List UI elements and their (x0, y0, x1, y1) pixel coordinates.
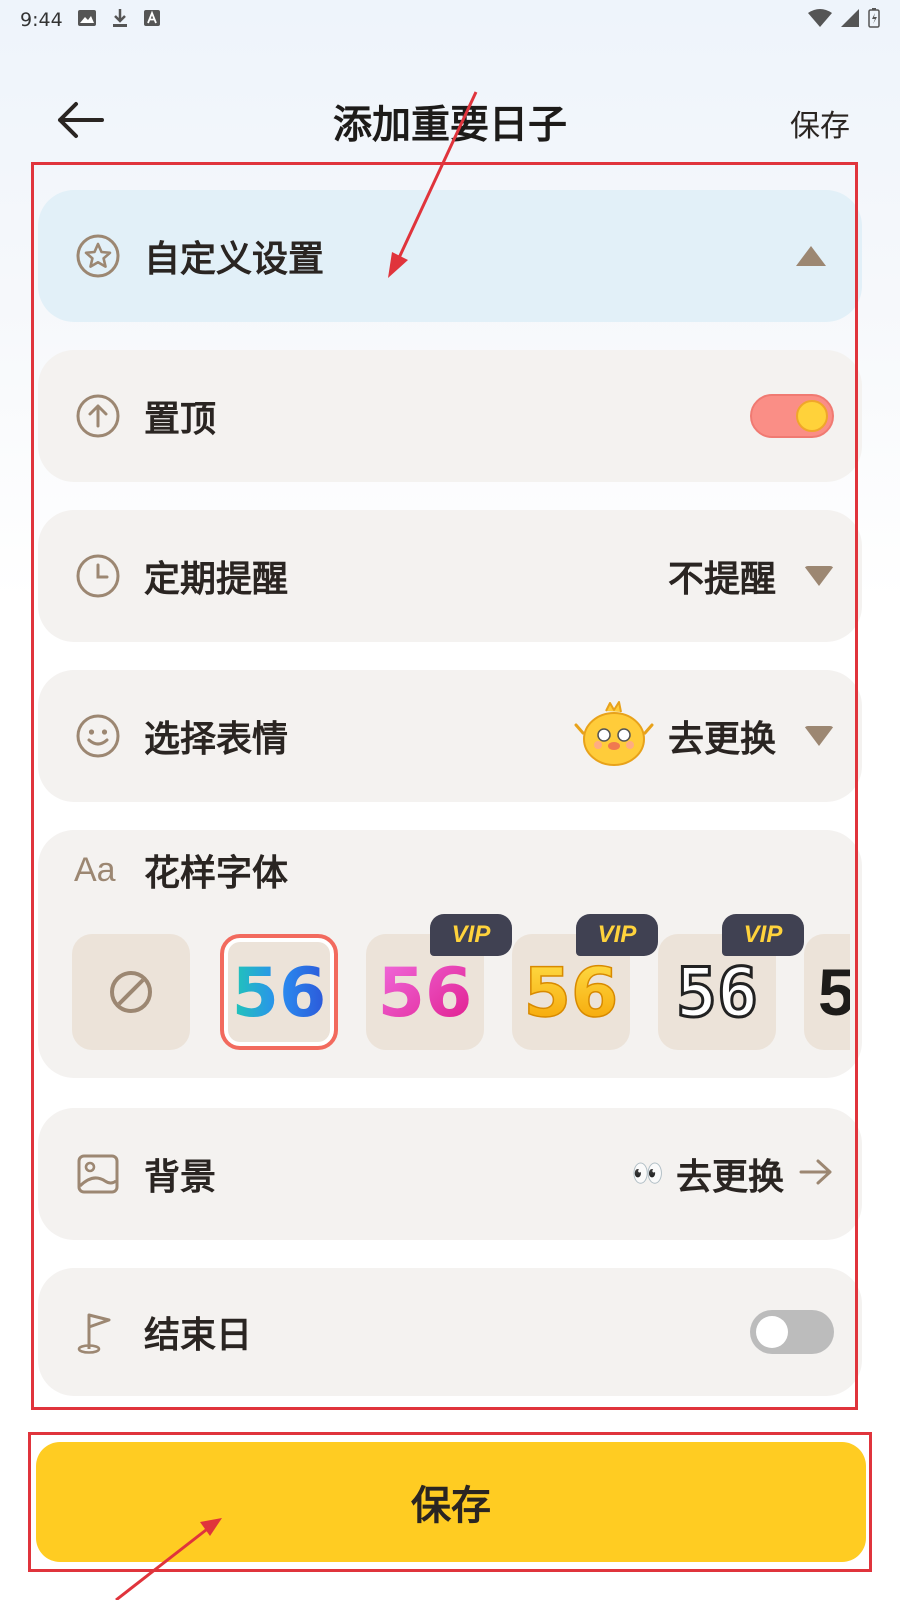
arrow-up-circle-icon (74, 392, 122, 440)
emoji-change-value: 去更换 (667, 719, 776, 760)
save-button[interactable]: 保存 (36, 1442, 866, 1562)
dropdown-arrow-icon (804, 566, 834, 586)
font-sample-text: 56 (378, 954, 473, 1032)
end-day-label: 结束日 (144, 1315, 253, 1356)
wifi-icon (808, 8, 832, 33)
custom-settings-label: 自定义设置 (144, 239, 325, 280)
page-title: 添加重要日子 (332, 103, 567, 148)
end-day-toggle[interactable] (750, 1310, 834, 1354)
clock-icon (74, 552, 122, 600)
font-sample-text: 56 (232, 954, 327, 1032)
status-time: 9:44 (20, 9, 63, 31)
status-bar: 9:44 (0, 0, 900, 40)
top-save-button[interactable]: 保存 (790, 101, 850, 145)
top-bar: 添加重要日子 保存 (0, 80, 900, 160)
font-tile-black[interactable]: 5 (804, 934, 850, 1050)
font-sample-text: 5 (818, 955, 850, 1029)
font-sample-text: 56 (524, 954, 619, 1032)
vip-badge: VIP (430, 914, 512, 956)
toggle-knob (756, 1316, 788, 1348)
image-notification-icon (77, 9, 97, 32)
custom-settings-card[interactable]: 自定义设置 (38, 190, 862, 322)
star-icon (74, 232, 122, 280)
fancy-font-card: Aa 花样字体 56 56 56 56 5 VIP VIP VIP (38, 830, 862, 1078)
arrow-right-icon (798, 1157, 834, 1191)
end-day-card: 结束日 (38, 1268, 862, 1396)
font-sample-outline: 56 (675, 953, 760, 1033)
toggle-knob (796, 400, 828, 432)
background-label: 背景 (144, 1157, 217, 1198)
reminder-value: 不提醒 (667, 559, 776, 600)
font-tile-none[interactable] (72, 934, 190, 1050)
image-icon (74, 1150, 122, 1198)
no-style-icon (110, 971, 152, 1013)
battery-icon (868, 7, 880, 33)
vip-badge: VIP (576, 914, 658, 956)
dropdown-arrow-icon (804, 726, 834, 746)
font-sample-text: 56 (676, 954, 758, 1032)
emoji-card[interactable]: 选择表情 去更换 (38, 670, 862, 802)
pin-toggle[interactable] (750, 394, 834, 438)
pin-label: 置顶 (144, 399, 217, 440)
flag-icon (74, 1308, 122, 1356)
font-notification-icon (143, 9, 161, 32)
chick-emoji-icon (574, 699, 654, 773)
font-tile-gradient-blue[interactable]: 56 (220, 934, 338, 1050)
reminder-card[interactable]: 定期提醒 不提醒 (38, 510, 862, 642)
pin-card: 置顶 (38, 350, 862, 482)
collapse-arrow-icon[interactable] (796, 246, 826, 266)
vip-badge: VIP (722, 914, 804, 956)
fancy-font-label: 花样字体 (144, 853, 289, 894)
reminder-label: 定期提醒 (144, 559, 289, 600)
eyes-emoji: 👀 (631, 1159, 664, 1189)
emoji-label: 选择表情 (144, 719, 289, 760)
background-change-value: 去更换 (675, 1157, 784, 1198)
signal-icon (840, 8, 860, 33)
font-sample-pink: 56 (378, 954, 473, 1032)
font-sample-gradient-blue: 56 (232, 954, 327, 1032)
font-aa-icon: Aa (74, 850, 116, 889)
smile-icon (74, 712, 122, 760)
font-sample-gold: 56 (523, 953, 619, 1032)
download-icon (111, 8, 129, 33)
background-card[interactable]: 背景 👀 去更换 (38, 1108, 862, 1240)
